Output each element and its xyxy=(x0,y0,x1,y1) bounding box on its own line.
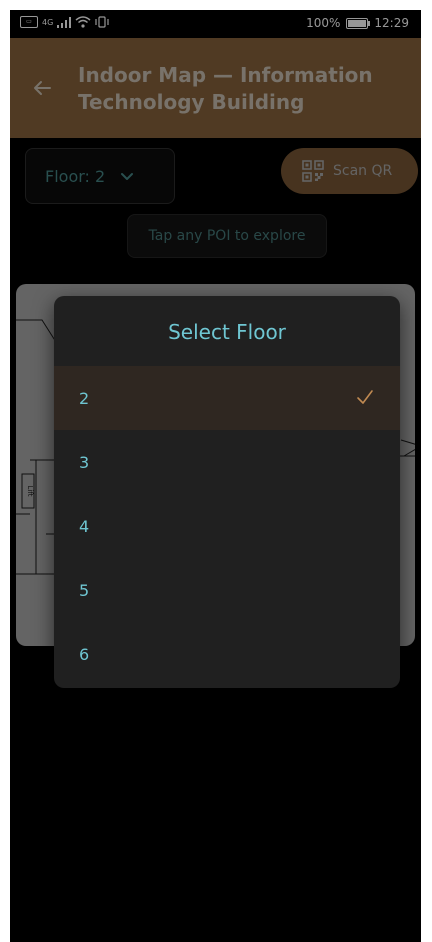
floor-option-6[interactable]: 6 xyxy=(54,622,400,686)
floor-option-label: 5 xyxy=(79,580,90,600)
floor-picker-dialog: Select Floor 2 3 4 5 6 xyxy=(54,296,400,688)
check-icon xyxy=(357,390,373,404)
phone-screen: ▭ 4G 100% 12:29 Indoor Map — Information… xyxy=(10,10,421,942)
floor-option-label: 3 xyxy=(79,452,90,472)
floor-option-2[interactable]: 2 xyxy=(54,366,400,430)
floor-option-label: 4 xyxy=(79,516,90,536)
floor-option-4[interactable]: 4 xyxy=(54,494,400,558)
floor-option-3[interactable]: 3 xyxy=(54,430,400,494)
floor-option-label: 6 xyxy=(79,644,90,664)
dialog-title: Select Floor xyxy=(168,320,286,344)
floor-option-label: 2 xyxy=(79,388,90,408)
floor-option-5[interactable]: 5 xyxy=(54,558,400,622)
